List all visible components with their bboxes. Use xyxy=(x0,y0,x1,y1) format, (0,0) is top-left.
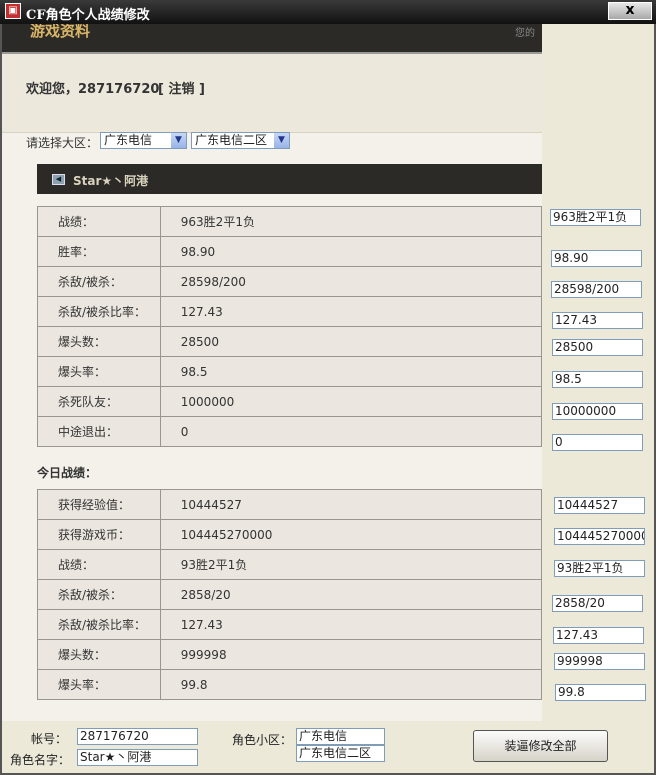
stat-label: 杀敌/被杀： xyxy=(37,579,161,610)
stat-value: 10444527 xyxy=(159,489,542,520)
table-row: 爆头率： 98.5 xyxy=(37,356,542,387)
table-row: 获得经验值： 10444527 xyxy=(37,489,542,520)
edit-input[interactable]: 98.5 xyxy=(552,371,643,388)
region-main-select[interactable]: 广东电信 ▼ xyxy=(100,132,187,149)
stat-value: 999998 xyxy=(159,639,542,670)
title-bar: ▣ CF角色个人战绩修改 x xyxy=(0,0,656,24)
zone-sub-input[interactable]: 广东电信二区 xyxy=(296,745,385,762)
edit-input[interactable]: 0 xyxy=(552,434,643,451)
edit-input[interactable]: 10444527 xyxy=(554,497,645,514)
stat-label: 获得经验值： xyxy=(37,489,161,520)
chevron-down-icon[interactable]: ▼ xyxy=(274,133,289,148)
web-header-right: 您的 xyxy=(515,28,535,39)
stat-label: 胜率： xyxy=(37,236,161,267)
table-row: 爆头数： 28500 xyxy=(37,326,542,357)
chevron-down-icon[interactable]: ▼ xyxy=(171,133,186,148)
edit-input[interactable]: 999998 xyxy=(554,653,645,670)
stat-value: 963胜2平1负 xyxy=(159,206,542,237)
edit-input[interactable]: 98.90 xyxy=(551,250,642,267)
edit-input[interactable]: 93胜2平1负 xyxy=(554,560,645,577)
edit-input[interactable]: 127.43 xyxy=(553,627,644,644)
stat-label: 杀敌/被杀比率： xyxy=(37,609,161,640)
role-name-input[interactable]: Star★丶阿港 xyxy=(77,749,198,766)
back-arrow-icon[interactable]: ◀ xyxy=(52,174,65,185)
stat-value: 28500 xyxy=(159,326,542,357)
role-bar: ◀ Star★丶阿港 xyxy=(37,164,542,194)
stat-label: 中途退出： xyxy=(37,416,161,447)
zone-label: 角色小区： xyxy=(232,733,293,747)
table-row: 杀敌/被杀比率： 127.43 xyxy=(37,609,542,640)
stat-value: 0 xyxy=(159,416,542,447)
stat-label: 杀敌/被杀比率： xyxy=(37,296,161,327)
stat-label: 爆头率： xyxy=(37,669,161,700)
stat-label: 杀死队友： xyxy=(37,386,161,417)
edit-input[interactable]: 28500 xyxy=(552,339,643,356)
stat-value: 98.5 xyxy=(159,356,542,387)
table-row: 胜率： 98.90 xyxy=(37,236,542,267)
table-row: 中途退出： 0 xyxy=(37,416,542,447)
app-icon: ▣ xyxy=(5,3,21,19)
table-row: 战绩： 93胜2平1负 xyxy=(37,549,542,580)
region-sub-select[interactable]: 广东电信二区 ▼ xyxy=(191,132,290,149)
table-row: 爆头数： 999998 xyxy=(37,639,542,670)
apply-all-button[interactable]: 装逼修改全部 xyxy=(473,730,608,762)
stat-label: 战绩： xyxy=(37,549,161,580)
close-button[interactable]: x xyxy=(608,2,652,20)
edit-input[interactable]: 99.8 xyxy=(555,684,646,701)
stat-value: 93胜2平1负 xyxy=(159,549,542,580)
table-row: 战绩： 963胜2平1负 xyxy=(37,206,542,237)
web-panel: 游戏资料 您的 欢迎您，287176720 [ 注销 ] 请选择大区： 广东电信… xyxy=(2,24,542,721)
table-row: 杀死队友： 1000000 xyxy=(37,386,542,417)
stat-value: 28598/200 xyxy=(159,266,542,297)
account-input[interactable]: 287176720 xyxy=(77,728,198,745)
web-header-title: 游戏资料 xyxy=(30,24,91,40)
role-name: Star★丶阿港 xyxy=(73,174,149,188)
edit-input[interactable]: 127.43 xyxy=(552,312,643,329)
edit-input[interactable]: 963胜2平1负 xyxy=(550,209,641,226)
stat-value: 98.90 xyxy=(159,236,542,267)
stat-label: 爆头数： xyxy=(37,639,161,670)
stat-label: 杀敌/被杀： xyxy=(37,266,161,297)
edit-input[interactable]: 28598/200 xyxy=(551,281,642,298)
welcome-text: 欢迎您，287176720 xyxy=(26,82,160,97)
edit-input[interactable]: 10000000 xyxy=(552,403,643,420)
stat-label: 爆头率： xyxy=(37,356,161,387)
region-label: 请选择大区： xyxy=(26,136,99,150)
region-main-value: 广东电信 xyxy=(104,133,153,147)
window-title: CF角色个人战绩修改 xyxy=(26,8,150,23)
edit-input[interactable]: 104445270000 xyxy=(554,528,645,545)
table-row: 获得游戏币： 104445270000 xyxy=(37,519,542,550)
stat-label: 战绩： xyxy=(37,206,161,237)
stat-value: 127.43 xyxy=(159,296,542,327)
stats-table: 战绩： 963胜2平1负 胜率： 98.90 杀敌/被杀： 28598/200 杀敌/被杀比… xyxy=(37,206,542,447)
table-row: 爆头率： 99.8 xyxy=(37,669,542,700)
table-row: 杀敌/被杀： 28598/200 xyxy=(37,266,542,297)
edit-input[interactable]: 2858/20 xyxy=(552,595,643,612)
stat-value: 2858/20 xyxy=(159,579,542,610)
stat-value: 99.8 xyxy=(159,669,542,700)
stat-value: 1000000 xyxy=(159,386,542,417)
web-header: 游戏资料 您的 xyxy=(2,24,542,54)
region-sub-value: 广东电信二区 xyxy=(195,133,268,147)
today-label: 今日战绩： xyxy=(37,466,98,480)
table-row: 杀敌/被杀比率： 127.43 xyxy=(37,296,542,327)
table-row: 杀敌/被杀： 2858/20 xyxy=(37,579,542,610)
stat-label: 爆头数： xyxy=(37,326,161,357)
account-label: 帐号： xyxy=(31,732,68,746)
stat-value: 127.43 xyxy=(159,609,542,640)
zone-main-input[interactable]: 广东电信 xyxy=(296,728,385,745)
stat-value: 104445270000 xyxy=(159,519,542,550)
today-stats-table: 获得经验值： 10444527 获得游戏币： 104445270000 战绩： 93胜2平… xyxy=(37,489,542,700)
role-name-label: 角色名字： xyxy=(10,753,71,767)
stat-label: 获得游戏币： xyxy=(37,519,161,550)
logout-link[interactable]: [ 注销 ] xyxy=(158,78,205,97)
